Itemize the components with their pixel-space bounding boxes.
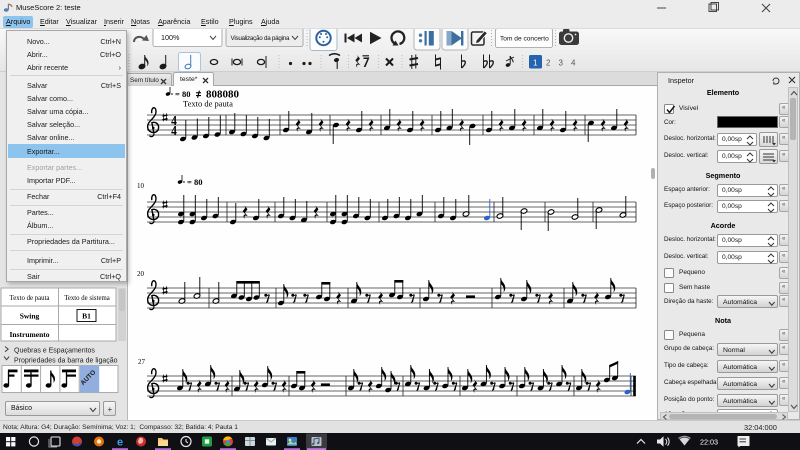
svg-text:22:03: 22:03 — [700, 438, 718, 447]
svg-text:= 80: = 80 — [187, 177, 202, 187]
svg-text:Texto de sistema: Texto de sistema — [64, 295, 110, 302]
svg-text:20: 20 — [137, 270, 145, 278]
svg-text:e: e — [117, 437, 123, 449]
svg-text:Texto de pauta: Texto de pauta — [10, 295, 50, 302]
svg-text:= 80: = 80 — [175, 89, 190, 99]
svg-text:1: 1 — [533, 59, 538, 68]
svg-text:Instrumento: Instrumento — [9, 330, 49, 339]
svg-text:B1: B1 — [82, 312, 91, 321]
svg-text:3: 3 — [559, 59, 564, 68]
svg-text:4: 4 — [171, 123, 177, 138]
svg-text:Propriedades da barra de ligaç: Propriedades da barra de ligação — [14, 358, 118, 365]
svg-text:Swing: Swing — [20, 312, 40, 321]
svg-text:Visualização da página: Visualização da página — [231, 35, 290, 42]
svg-text:Tom de concerto: Tom de concerto — [500, 36, 549, 43]
svg-text:Texto de pauta: Texto de pauta — [183, 99, 233, 109]
svg-text:10: 10 — [137, 182, 145, 190]
svg-text:100%: 100% — [161, 33, 180, 42]
svg-text:2: 2 — [546, 59, 551, 68]
svg-text:27: 27 — [138, 358, 146, 366]
svg-text:Quebras e Espaçamentos: Quebras e Espaçamentos — [14, 348, 95, 355]
svg-text:4: 4 — [571, 59, 576, 68]
